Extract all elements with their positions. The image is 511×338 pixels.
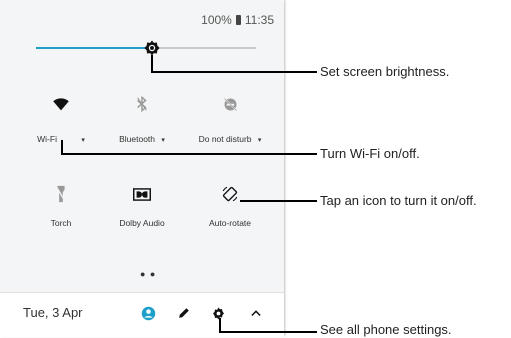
brightness-callout-line: [151, 55, 153, 72]
settings-gear-icon[interactable]: [210, 305, 226, 321]
collapse-chevron-icon[interactable]: [248, 305, 264, 321]
do-not-disturb-dropdown-icon[interactable]: ▾: [258, 137, 262, 144]
clock: 11:35: [244, 13, 274, 27]
battery-icon: [235, 15, 241, 25]
bluetooth-icon: [137, 96, 147, 112]
tile-auto-rotate-label: Auto-rotate: [208, 218, 252, 228]
do-not-disturb-icon: [223, 97, 237, 111]
auto-rotate-callout-line: [240, 200, 317, 202]
tile-dolby-audio-label: Dolby Audio: [119, 218, 165, 228]
settings-callout-line: [219, 318, 221, 332]
tap-icon-callout: Tap an icon to turn it on/off.: [320, 193, 477, 208]
tile-wifi-label: Wi-Fi: [37, 134, 57, 144]
settings-callout-line-h: [219, 331, 317, 333]
tile-wifi[interactable]: Wi-Fi ▾: [16, 92, 106, 144]
wifi-icon: [53, 97, 69, 110]
wifi-callout: Turn Wi-Fi on/off.: [320, 146, 420, 161]
wifi-callout-line: [61, 140, 63, 154]
tile-bluetooth[interactable]: Bluetooth ▾: [97, 92, 187, 144]
tile-do-not-disturb[interactable]: Do not disturb ▾: [185, 92, 275, 144]
dolby-icon: [133, 187, 151, 201]
user-account-icon[interactable]: [140, 305, 156, 321]
status-bar: 100% 11:35: [201, 13, 274, 27]
tile-do-not-disturb-label: Do not disturb: [198, 134, 252, 144]
tile-torch[interactable]: Torch: [16, 182, 106, 228]
auto-rotate-icon: [222, 186, 238, 202]
tile-dolby-audio[interactable]: Dolby Audio: [97, 182, 187, 228]
brightness-slider-fill: [36, 47, 157, 49]
tile-torch-label: Torch: [50, 218, 72, 228]
quick-settings-panel: 100% 11:35 Wi-Fi ▾ Bluetooth ▾ Do not di…: [0, 0, 284, 337]
torch-icon: [56, 185, 66, 203]
page-indicator: ● ●: [140, 269, 157, 279]
wifi-callout-line-h: [61, 153, 317, 155]
brightness-callout: Set screen brightness.: [320, 64, 450, 79]
wifi-dropdown-icon[interactable]: ▾: [81, 137, 85, 144]
date-label: Tue, 3 Apr: [23, 305, 83, 320]
tile-auto-rotate[interactable]: Auto-rotate: [185, 182, 275, 228]
bluetooth-dropdown-icon[interactable]: ▾: [161, 137, 165, 144]
edit-icon[interactable]: [176, 305, 192, 321]
battery-percent: 100%: [201, 13, 232, 27]
brightness-callout-line-h: [151, 71, 317, 73]
tile-bluetooth-label: Bluetooth: [119, 134, 156, 144]
